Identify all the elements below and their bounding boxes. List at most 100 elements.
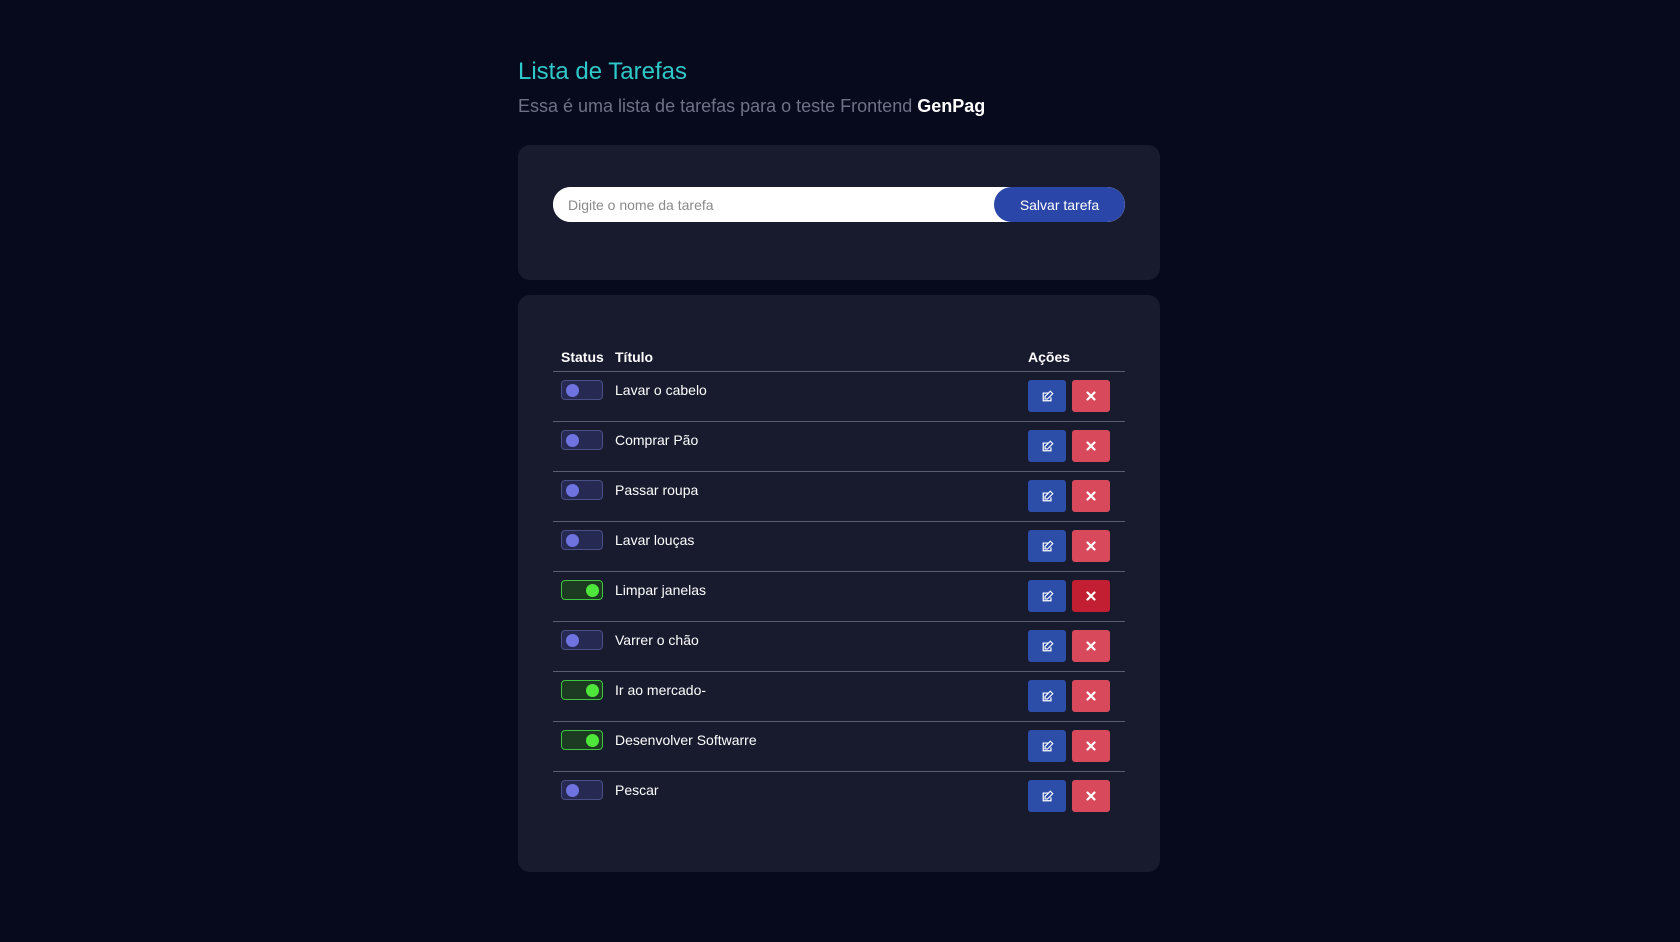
toggle-knob bbox=[586, 734, 599, 747]
status-cell bbox=[553, 522, 615, 550]
table-row: Limpar janelas bbox=[553, 572, 1125, 622]
toggle-knob bbox=[566, 534, 579, 547]
actions-cell bbox=[1028, 472, 1125, 512]
edit-icon bbox=[1041, 489, 1054, 503]
edit-icon bbox=[1041, 439, 1054, 453]
status-cell bbox=[553, 572, 615, 600]
delete-task-button[interactable] bbox=[1072, 680, 1110, 712]
status-cell bbox=[553, 622, 615, 650]
task-title: Comprar Pão bbox=[615, 432, 699, 448]
task-title: Desenvolver Softwarre bbox=[615, 732, 757, 748]
close-icon bbox=[1086, 391, 1096, 401]
page-title: Lista de Tarefas bbox=[518, 58, 687, 85]
table-row: Varrer o chão bbox=[553, 622, 1125, 672]
status-toggle[interactable] bbox=[561, 430, 603, 450]
toggle-knob bbox=[566, 634, 579, 647]
close-icon bbox=[1086, 641, 1096, 651]
edit-icon bbox=[1041, 689, 1054, 703]
status-cell bbox=[553, 772, 615, 800]
task-title: Ir ao mercado- bbox=[615, 682, 707, 698]
edit-icon bbox=[1041, 639, 1054, 653]
actions-cell bbox=[1028, 572, 1125, 612]
close-icon bbox=[1086, 441, 1096, 451]
toggle-knob bbox=[586, 684, 599, 697]
status-toggle[interactable] bbox=[561, 730, 603, 750]
edit-task-button[interactable] bbox=[1028, 530, 1066, 562]
edit-task-button[interactable] bbox=[1028, 480, 1066, 512]
close-icon bbox=[1086, 791, 1096, 801]
close-icon bbox=[1086, 591, 1096, 601]
delete-task-button[interactable] bbox=[1072, 580, 1110, 612]
status-cell bbox=[553, 472, 615, 500]
edit-task-button[interactable] bbox=[1028, 580, 1066, 612]
edit-icon bbox=[1041, 589, 1054, 603]
task-title: Passar roupa bbox=[615, 482, 699, 498]
task-title: Pescar bbox=[615, 782, 659, 798]
status-toggle[interactable] bbox=[561, 580, 603, 600]
delete-task-button[interactable] bbox=[1072, 480, 1110, 512]
status-cell bbox=[553, 372, 615, 400]
task-form: Salvar tarefa bbox=[553, 187, 1125, 222]
status-toggle[interactable] bbox=[561, 780, 603, 800]
task-name-input[interactable] bbox=[553, 187, 994, 222]
table-row: Pescar bbox=[553, 772, 1125, 822]
actions-column-header: Ações bbox=[1028, 349, 1071, 365]
delete-task-button[interactable] bbox=[1072, 730, 1110, 762]
delete-task-button[interactable] bbox=[1072, 530, 1110, 562]
edit-task-button[interactable] bbox=[1028, 680, 1066, 712]
subtitle-text: Essa é uma lista de tarefas para o teste… bbox=[518, 96, 918, 116]
page-container: Lista de Tarefas Essa é uma lista de tar… bbox=[518, 56, 1160, 872]
status-toggle[interactable] bbox=[561, 530, 603, 550]
table-row: Ir ao mercado- bbox=[553, 672, 1125, 722]
edit-task-button[interactable] bbox=[1028, 780, 1066, 812]
status-cell bbox=[553, 722, 615, 750]
close-icon bbox=[1086, 491, 1096, 501]
actions-cell bbox=[1028, 422, 1125, 462]
brand-name: GenPag bbox=[917, 96, 986, 116]
status-toggle[interactable] bbox=[561, 380, 603, 400]
edit-task-button[interactable] bbox=[1028, 730, 1066, 762]
status-column-header: Status bbox=[561, 349, 604, 365]
toggle-knob bbox=[566, 384, 579, 397]
edit-icon bbox=[1041, 389, 1054, 403]
task-table-body: Lavar o cabelo Comprar Pão Passar roupa Lav… bbox=[553, 372, 1125, 822]
toggle-knob bbox=[566, 434, 579, 447]
edit-icon bbox=[1041, 789, 1054, 803]
table-row: Comprar Pão bbox=[553, 422, 1125, 472]
table-header: Status Título Ações bbox=[553, 343, 1125, 372]
title-column-header: Título bbox=[615, 349, 654, 365]
actions-cell bbox=[1028, 772, 1125, 812]
task-list-card: Status Título Ações Lavar o cabelo Compra… bbox=[518, 295, 1160, 872]
actions-cell bbox=[1028, 622, 1125, 662]
edit-task-button[interactable] bbox=[1028, 630, 1066, 662]
status-toggle[interactable] bbox=[561, 630, 603, 650]
edit-icon bbox=[1041, 739, 1054, 753]
close-icon bbox=[1086, 691, 1096, 701]
table-row: Lavar louças bbox=[553, 522, 1125, 572]
actions-cell bbox=[1028, 522, 1125, 562]
save-task-button[interactable]: Salvar tarefa bbox=[994, 187, 1125, 222]
delete-task-button[interactable] bbox=[1072, 430, 1110, 462]
task-title: Limpar janelas bbox=[615, 582, 707, 598]
close-icon bbox=[1086, 541, 1096, 551]
edit-task-button[interactable] bbox=[1028, 430, 1066, 462]
delete-task-button[interactable] bbox=[1072, 630, 1110, 662]
actions-cell bbox=[1028, 372, 1125, 412]
edit-icon bbox=[1041, 539, 1054, 553]
table-row: Desenvolver Softwarre bbox=[553, 722, 1125, 772]
close-icon bbox=[1086, 741, 1096, 751]
task-title: Varrer o chão bbox=[615, 632, 699, 648]
table-row: Passar roupa bbox=[553, 472, 1125, 522]
toggle-knob bbox=[566, 784, 579, 797]
task-title: Lavar louças bbox=[615, 532, 695, 548]
delete-task-button[interactable] bbox=[1072, 780, 1110, 812]
status-cell bbox=[553, 672, 615, 700]
status-toggle[interactable] bbox=[561, 680, 603, 700]
status-toggle[interactable] bbox=[561, 480, 603, 500]
toggle-knob bbox=[586, 584, 599, 597]
delete-task-button[interactable] bbox=[1072, 380, 1110, 412]
actions-cell bbox=[1028, 722, 1125, 762]
edit-task-button[interactable] bbox=[1028, 380, 1066, 412]
status-cell bbox=[553, 422, 615, 450]
task-title: Lavar o cabelo bbox=[615, 382, 707, 398]
